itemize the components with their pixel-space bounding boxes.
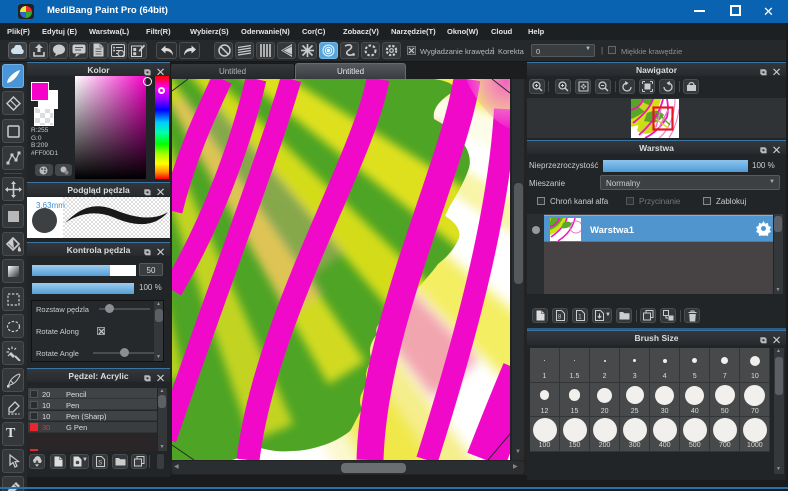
svg-text:8: 8 — [558, 315, 562, 321]
svg-text:1: 1 — [578, 315, 582, 321]
svg-text:S: S — [98, 461, 102, 467]
